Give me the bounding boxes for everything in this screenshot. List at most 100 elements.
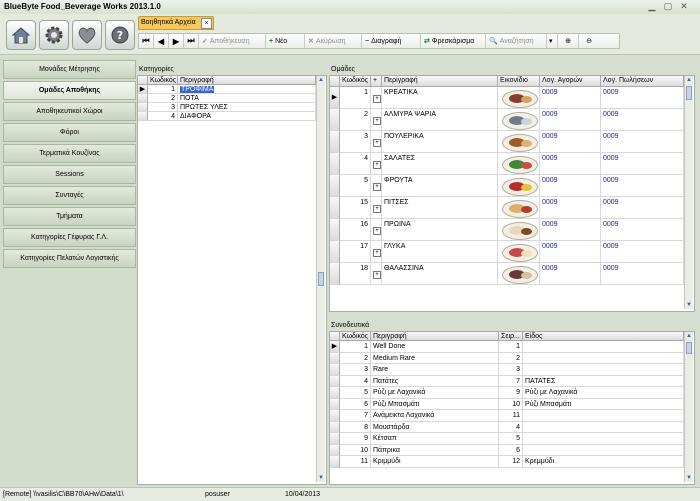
expand-plus-icon[interactable]: + bbox=[373, 139, 381, 147]
table-cell-code[interactable]: 17 bbox=[340, 241, 371, 263]
table-cell-order[interactable]: 1 bbox=[499, 341, 523, 353]
table-cell-item[interactable]: Ρύζι με Λαχανικά bbox=[523, 387, 684, 399]
zoom-in-icon[interactable]: ⊕ bbox=[558, 34, 579, 48]
table-cell-purchase-account[interactable]: 0009 bbox=[540, 109, 601, 131]
table-cell-sales-account[interactable]: 0009 bbox=[601, 197, 684, 219]
column-header-code[interactable]: Κωδικός bbox=[148, 76, 178, 85]
table-cell-description[interactable]: ΤΡΟΦΙΜΑ bbox=[178, 85, 316, 94]
table-cell-purchase-account[interactable]: 0009 bbox=[540, 197, 601, 219]
table-cell-description[interactable]: ΠΟΥΛΕΡΙΚΑ bbox=[382, 131, 498, 153]
cancel-button[interactable]: ✕ Ακύρωση bbox=[305, 34, 362, 48]
minimize-button[interactable]: ▁ bbox=[646, 1, 658, 12]
search-dropdown-arrow[interactable]: ▾ bbox=[547, 34, 558, 48]
previous-record-button[interactable]: ◀ bbox=[154, 34, 169, 48]
table-cell-order[interactable]: 12 bbox=[499, 456, 523, 468]
expand-plus-icon[interactable]: + bbox=[373, 271, 381, 279]
table-cell-code[interactable]: 3 bbox=[340, 364, 371, 376]
sidebar-item-departments[interactable]: Τμήματα bbox=[3, 207, 136, 226]
scroll-up-arrow[interactable]: ▲ bbox=[317, 76, 325, 84]
table-cell-description[interactable]: ΓΛΥΚΑ bbox=[382, 241, 498, 263]
table-cell-expand[interactable]: + bbox=[371, 263, 382, 285]
table-cell-description[interactable]: Πάπρικα bbox=[371, 444, 499, 456]
table-cell-expand[interactable]: + bbox=[371, 175, 382, 197]
table-cell-order[interactable]: 4 bbox=[499, 421, 523, 433]
scroll-thumb[interactable] bbox=[686, 86, 692, 100]
table-cell-code[interactable]: 10 bbox=[340, 444, 371, 456]
table-cell-code[interactable]: 3 bbox=[340, 131, 371, 153]
table-cell-description[interactable]: Πατάτες bbox=[371, 375, 499, 387]
expand-plus-icon[interactable]: + bbox=[373, 161, 381, 169]
table-cell-purchase-account[interactable]: 0009 bbox=[540, 131, 601, 153]
table-cell-expand[interactable]: + bbox=[371, 197, 382, 219]
table-cell-code[interactable]: 2 bbox=[340, 109, 371, 131]
sidebar-item-taxes[interactable]: Φόροι bbox=[3, 123, 136, 142]
expand-plus-icon[interactable]: + bbox=[373, 117, 381, 125]
table-cell-description[interactable]: Μουστάρδα bbox=[371, 421, 499, 433]
table-cell-order[interactable]: 5 bbox=[499, 433, 523, 445]
sidebar-item-storage-areas[interactable]: Αποθηκευτικοί Χώροι bbox=[3, 102, 136, 121]
search-button[interactable]: 🔍 Αναζήτηση bbox=[486, 34, 547, 48]
table-cell-description[interactable]: ΘΑΛΑΣΣΙΝΑ bbox=[382, 263, 498, 285]
table-cell-sales-account[interactable]: 0009 bbox=[601, 87, 684, 109]
table-cell-description[interactable]: Κριμμύδι bbox=[371, 456, 499, 468]
table-cell-order[interactable]: 9 bbox=[499, 387, 523, 399]
tab-helpfiles[interactable]: Βοηθητικά Αρχεία × bbox=[138, 16, 214, 30]
table-cell-item[interactable] bbox=[523, 421, 684, 433]
maximize-button[interactable]: ▢ bbox=[662, 1, 674, 12]
table-cell-expand[interactable]: + bbox=[371, 109, 382, 131]
table-cell-code[interactable]: 16 bbox=[340, 219, 371, 241]
column-header-code[interactable]: Κωδικός bbox=[340, 332, 371, 341]
table-cell-expand[interactable]: + bbox=[371, 241, 382, 263]
table-cell-description[interactable]: Well Done bbox=[371, 341, 499, 353]
sidebar-item-gl-bridge-categories[interactable]: Κατηγορίες Γέφυρας Γ.Λ. bbox=[3, 228, 136, 247]
table-cell-description[interactable]: ΣΑΛΑΤΕΣ bbox=[382, 153, 498, 175]
table-cell-expand[interactable]: + bbox=[371, 219, 382, 241]
expand-plus-icon[interactable]: + bbox=[373, 249, 381, 257]
table-cell-purchase-account[interactable]: 0009 bbox=[540, 263, 601, 285]
table-cell-order[interactable]: 2 bbox=[499, 352, 523, 364]
column-header-purchase-account[interactable]: Λογ. Αγορών bbox=[540, 76, 601, 87]
settings-gear-icon[interactable] bbox=[39, 20, 69, 50]
table-cell-order[interactable]: 7 bbox=[499, 375, 523, 387]
column-header-order[interactable]: Σειρ... bbox=[499, 332, 523, 341]
tab-close-icon[interactable]: × bbox=[201, 18, 212, 29]
delete-button[interactable]: − Διαγραφή bbox=[362, 34, 421, 48]
table-cell-description[interactable]: Medium Rare bbox=[371, 352, 499, 364]
table-cell-code[interactable]: 2 bbox=[148, 94, 178, 103]
column-header-description[interactable]: Περιγραφή bbox=[371, 332, 499, 341]
table-cell-purchase-account[interactable]: 0009 bbox=[540, 87, 601, 109]
table-cell-item[interactable]: Ρύζι Μπασμάτι bbox=[523, 398, 684, 410]
table-cell-description[interactable]: ΦΡΟΥΤΑ bbox=[382, 175, 498, 197]
table-cell-code[interactable]: 18 bbox=[340, 263, 371, 285]
column-header-code[interactable]: Κωδικός bbox=[340, 76, 371, 87]
table-cell-item[interactable] bbox=[523, 410, 684, 422]
table-cell-expand[interactable]: + bbox=[371, 87, 382, 109]
table-cell-order[interactable]: 10 bbox=[499, 398, 523, 410]
table-cell-description[interactable]: ΠΡΩΤΕΣ ΥΛΕΣ bbox=[178, 103, 316, 112]
table-cell-expand[interactable]: + bbox=[371, 153, 382, 175]
table-cell-code[interactable]: 9 bbox=[340, 433, 371, 445]
table-cell-description[interactable]: ΔΙΑΦΟΡΑ bbox=[178, 112, 316, 121]
sidebar-item-warehouse-groups[interactable]: Ομάδες Αποθήκης bbox=[3, 81, 136, 100]
table-cell-item[interactable] bbox=[523, 433, 684, 445]
refresh-button[interactable]: ⇄ Φρεσκάρισμα bbox=[421, 34, 486, 48]
table-cell-code[interactable]: 4 bbox=[340, 375, 371, 387]
table-cell-description[interactable]: ΠΡΩΙΝΑ bbox=[382, 219, 498, 241]
new-button[interactable]: + Νέο bbox=[266, 34, 305, 48]
table-cell-code[interactable]: 5 bbox=[340, 387, 371, 399]
table-cell-code[interactable]: 3 bbox=[148, 103, 178, 112]
table-cell-code[interactable]: 6 bbox=[340, 398, 371, 410]
column-header-item[interactable]: Είδος bbox=[523, 332, 684, 341]
scroll-down-arrow[interactable]: ▼ bbox=[685, 474, 693, 482]
table-cell-description[interactable]: Κέτσαπ bbox=[371, 433, 499, 445]
last-record-button[interactable]: ⏭ bbox=[184, 34, 199, 48]
expand-plus-icon[interactable]: + bbox=[373, 183, 381, 191]
table-cell-code[interactable]: 8 bbox=[340, 421, 371, 433]
close-button[interactable]: ✕ bbox=[678, 1, 690, 12]
table-cell-code[interactable]: 11 bbox=[340, 456, 371, 468]
expand-plus-icon[interactable]: + bbox=[373, 227, 381, 235]
table-cell-item[interactable] bbox=[523, 444, 684, 456]
table-cell-sales-account[interactable]: 0009 bbox=[601, 263, 684, 285]
table-cell-code[interactable]: 15 bbox=[340, 197, 371, 219]
column-header-description[interactable]: Περιγραφή bbox=[178, 76, 316, 85]
